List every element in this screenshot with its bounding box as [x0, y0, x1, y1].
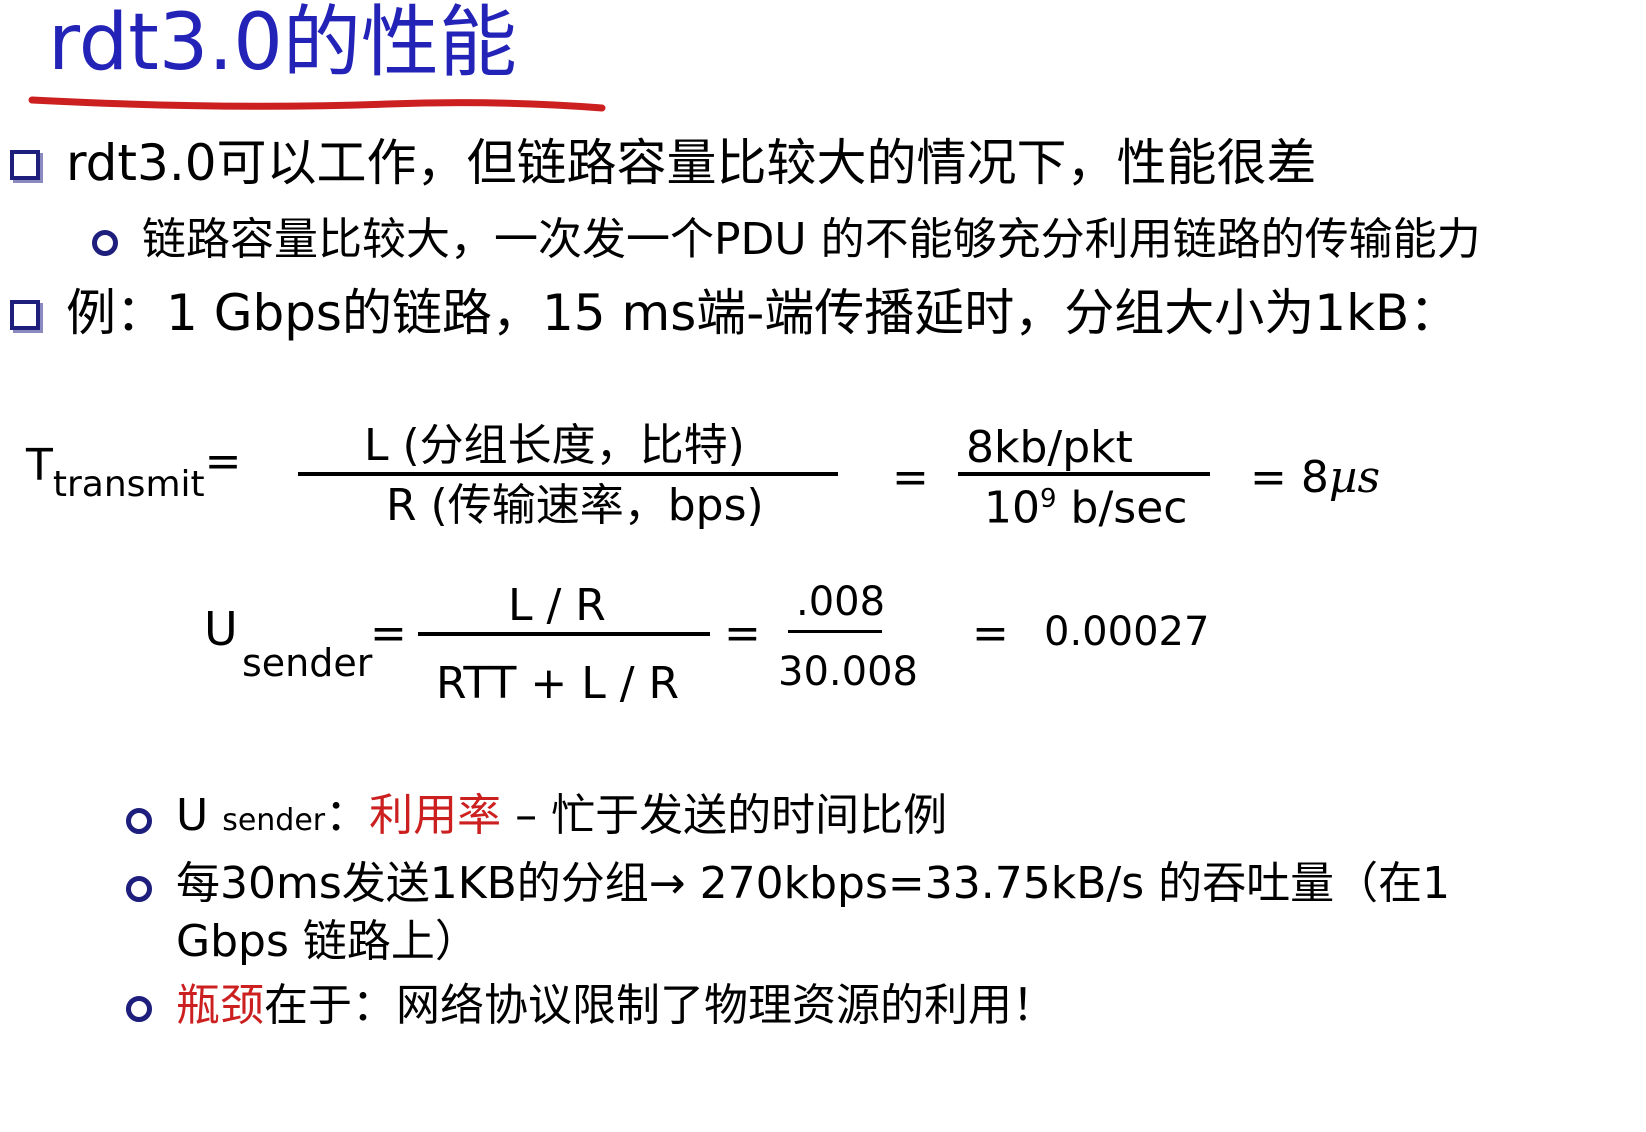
bullet-example: 例：1 Gbps的链路，15 ms端-端传播延时，分组大小为1kB： — [66, 284, 1460, 342]
ttransmit-denominator-2: 109 b/sec — [984, 486, 1187, 531]
ttransmit-numerator: L (分组长度，比特) — [364, 420, 745, 471]
note-u-symbol: U — [176, 790, 223, 841]
note-bottleneck-rest: 在于：网络协议限制了物理资源的利用！ — [264, 980, 1056, 1031]
ttransmit-numerator-2: 8kb/pkt — [966, 422, 1133, 473]
usender-subscript: sender — [242, 641, 373, 685]
usender-equals-3: = — [972, 608, 1009, 659]
denominator-base: 10 — [984, 482, 1040, 534]
slide-title: rdt3.0的性能 — [48, 0, 517, 88]
bullet-rdt-works: rdt3.0可以工作，但链路容量比较大的情况下，性能很差 — [66, 134, 1317, 192]
note-bottleneck: 瓶颈在于：网络协议限制了物理资源的利用！ — [176, 984, 1056, 1028]
ttransmit-equals: = — [204, 436, 242, 487]
title-underline — [28, 96, 606, 112]
usender-equals: = — [370, 608, 407, 659]
usender-numerator: L / R — [508, 580, 606, 631]
note-colon: ： — [325, 790, 370, 841]
sub-bullet-capacity: 链路容量比较大，一次发一个PDU 的不能够充分利用链路的传输能力 — [142, 214, 1481, 265]
usender-symbol: U — [204, 602, 238, 656]
usender-equals-2: = — [724, 608, 761, 659]
circle-bullet-icon — [126, 996, 152, 1022]
ttransmit-denominator: R (传输速率，bps) — [386, 480, 764, 531]
circle-bullet-icon — [92, 230, 118, 256]
note-utilization: U sender：利用率 – 忙于发送的时间比例 — [176, 794, 947, 838]
square-bullet-icon — [10, 300, 40, 330]
denominator-exponent: 9 — [1040, 484, 1057, 514]
result-value: = 8 — [1250, 452, 1329, 503]
usender-denominator-2: 30.008 — [778, 649, 918, 695]
ttransmit-subscript: transmit — [52, 464, 205, 505]
denominator-unit: b/sec — [1056, 482, 1188, 534]
note-throughput-line2: Gbps 链路上） — [176, 916, 479, 967]
note-utilization-def: – 忙于发送的时间比例 — [501, 790, 948, 841]
ttransmit-fraction-bar-2 — [958, 472, 1210, 476]
formula-ttransmit-lhs: Ttransmit= — [26, 440, 242, 503]
circle-bullet-icon — [126, 876, 152, 902]
ttransmit-fraction-bar — [298, 472, 838, 476]
note-utilization-term: 利用率 — [369, 790, 502, 841]
usender-denominator: RTT + L / R — [436, 658, 680, 709]
usender-numerator-2: .008 — [796, 579, 886, 625]
circle-bullet-icon — [126, 808, 152, 834]
result-unit: µs — [1328, 452, 1381, 503]
note-u-subscript: sender — [222, 803, 326, 838]
usender-fraction-bar — [418, 632, 710, 636]
usender-fraction-bar-2 — [788, 630, 882, 633]
usender-result: 0.00027 — [1044, 609, 1210, 655]
note-throughput-line1: 每30ms发送1KB的分组→ 270kbps=33.75kB/s 的吞吐量（在1 — [176, 858, 1451, 909]
ttransmit-equals-2: = — [892, 452, 929, 503]
note-bottleneck-term: 瓶颈 — [176, 980, 264, 1031]
square-bullet-icon — [10, 150, 40, 180]
ttransmit-symbol: T — [26, 440, 53, 491]
ttransmit-result: = 8µs — [1250, 456, 1380, 500]
